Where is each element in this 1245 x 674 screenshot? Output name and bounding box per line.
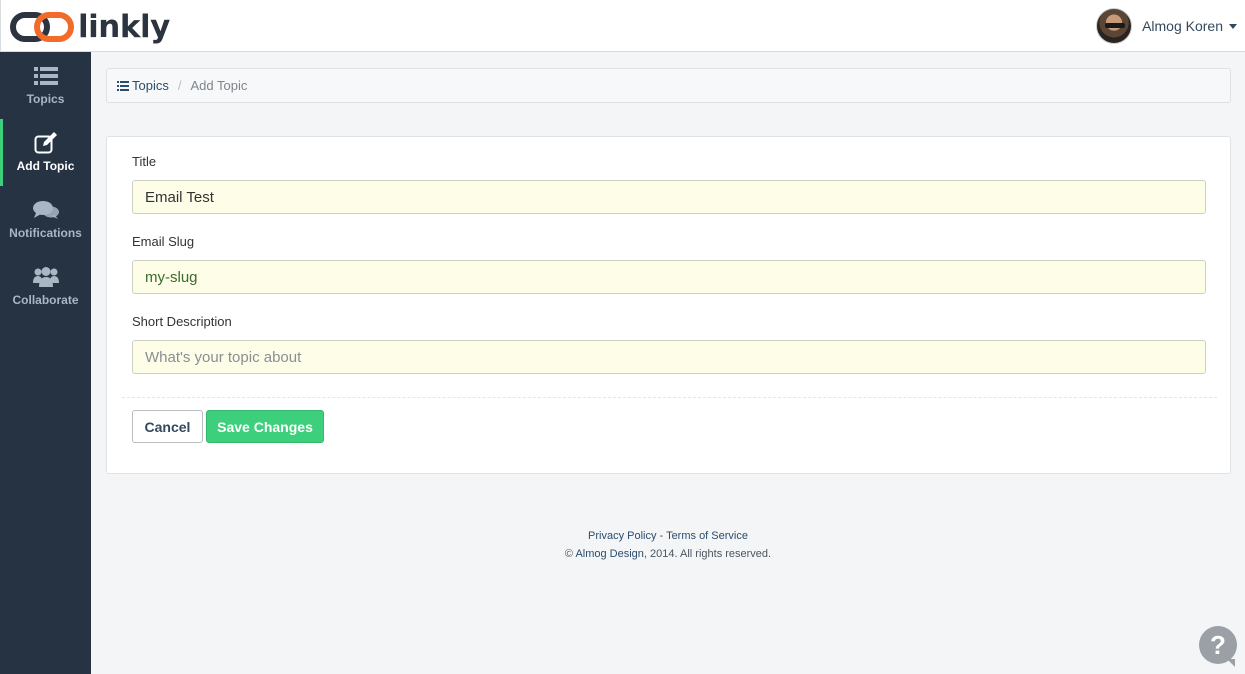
breadcrumb-parent-label: Topics	[132, 78, 169, 93]
help-question-icon: ?	[1210, 629, 1226, 660]
footer-link-separator: -	[656, 530, 667, 542]
sidebar-item-topics[interactable]: Topics	[0, 52, 91, 119]
copyright: © Almog Design, 2014. All rights reserve…	[91, 545, 1245, 563]
breadcrumb-topics-link[interactable]: Topics	[117, 78, 169, 93]
edit-icon	[33, 132, 59, 154]
logo-wordmark: linkly	[78, 9, 170, 45]
linkly-logo[interactable]: linkly	[10, 8, 170, 46]
user-menu[interactable]: Almog Koren	[1096, 8, 1237, 44]
add-topic-form: Title Email Slug Short Description Cance…	[106, 136, 1231, 474]
help-button[interactable]: ?	[1199, 626, 1237, 667]
save-changes-button[interactable]: Save Changes	[206, 410, 324, 443]
breadcrumb: Topics / Add Topic	[106, 68, 1231, 103]
sidebar-item-label: Add Topic	[16, 159, 75, 173]
sidebar-item-add-topic[interactable]: Add Topic	[0, 119, 91, 186]
list-icon	[117, 80, 129, 91]
caret-down-icon	[1229, 23, 1237, 29]
breadcrumb-separator: /	[177, 78, 182, 93]
privacy-policy-link[interactable]: Privacy Policy	[588, 530, 656, 542]
chain-link-icon	[10, 12, 74, 42]
sidebar-item-label: Collaborate	[12, 293, 79, 307]
comments-icon	[32, 199, 59, 221]
title-input[interactable]	[132, 180, 1206, 214]
copyright-suffix: , 2014. All rights reserved.	[643, 548, 772, 560]
sidebar-item-notifications[interactable]: Notifications	[0, 186, 91, 253]
breadcrumb-current: Add Topic	[190, 78, 248, 93]
company-link[interactable]: Almog Design	[575, 548, 643, 560]
form-divider	[122, 397, 1217, 398]
avatar[interactable]	[1096, 8, 1133, 44]
sidebar-item-label: Topics	[26, 92, 65, 106]
sidebar-item-label: Notifications	[9, 226, 82, 240]
copyright-prefix: ©	[564, 548, 576, 560]
terms-of-service-link[interactable]: Terms of Service	[666, 530, 748, 542]
email-slug-label: Email Slug	[132, 234, 195, 249]
users-icon	[32, 266, 59, 288]
sidebar-item-collaborate[interactable]: Collaborate	[0, 253, 91, 320]
user-name: Almog Koren	[1142, 18, 1223, 34]
title-label: Title	[132, 154, 157, 169]
footer-links: Privacy Policy - Terms of Service	[91, 527, 1245, 545]
short-description-label: Short Description	[132, 314, 232, 329]
list-icon	[33, 65, 59, 87]
email-slug-input[interactable]	[132, 260, 1206, 294]
sidebar: Topics Add Topic Notifications Collabora…	[0, 52, 91, 674]
footer: Privacy Policy - Terms of Service © Almo…	[91, 527, 1245, 563]
short-description-input[interactable]	[132, 340, 1206, 374]
top-header: linkly Almog Koren	[0, 0, 1245, 52]
cancel-button[interactable]: Cancel	[132, 410, 203, 443]
